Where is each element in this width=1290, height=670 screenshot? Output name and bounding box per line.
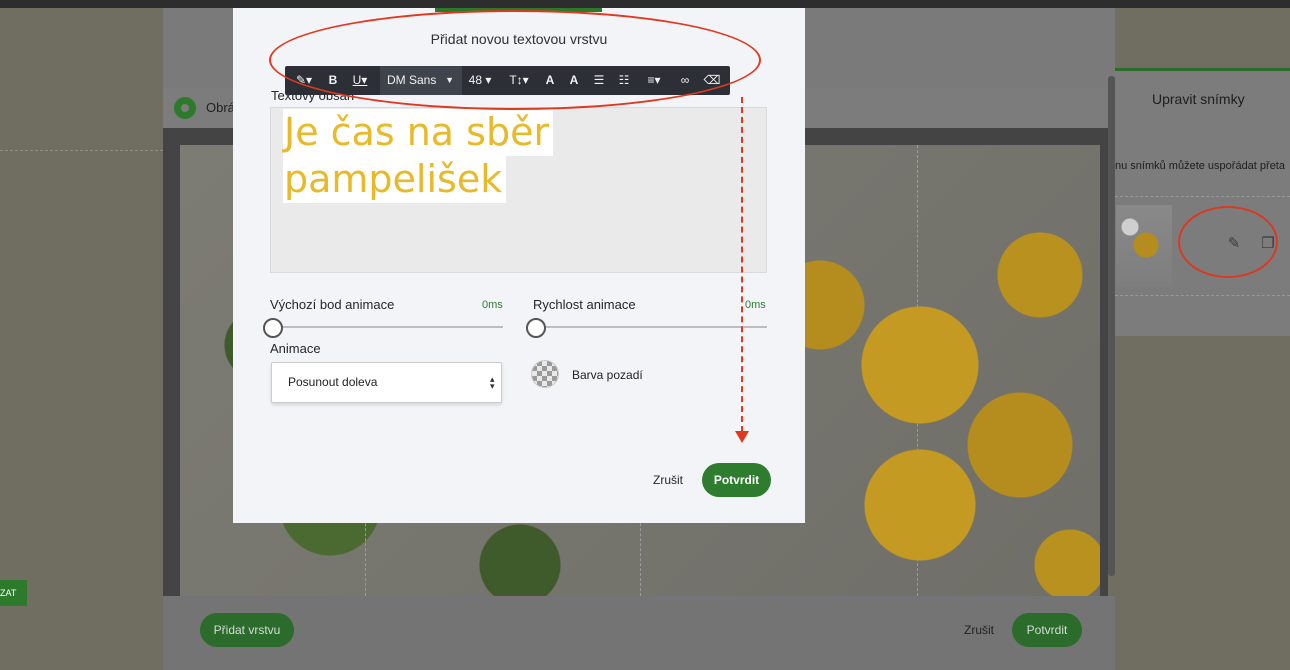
animation-select-value: Posunout doleva <box>288 375 378 389</box>
footer-cancel-button[interactable]: Zrušit <box>964 623 994 637</box>
image-radio[interactable] <box>174 97 196 119</box>
annotation-ellipse <box>269 10 761 110</box>
start-point-slider-handle[interactable] <box>263 318 283 338</box>
image-radio-label: Obrá <box>206 100 235 115</box>
editor-text-line[interactable]: pampelišek <box>283 156 507 203</box>
annotation-arrow-head <box>735 431 749 443</box>
speed-slider-track[interactable] <box>535 326 767 328</box>
dialog-cancel-button[interactable]: Zrušit <box>653 473 683 487</box>
canvas-scrollbar[interactable] <box>1108 76 1115 576</box>
slide-thumbnail[interactable] <box>1116 205 1172 287</box>
annotation-circle <box>1178 206 1278 278</box>
start-point-slider-track[interactable] <box>272 326 503 328</box>
select-updown-icon: ▴ ▾ <box>490 374 495 391</box>
dialog-confirm-button[interactable]: Potvrdit <box>702 463 771 497</box>
speed-slider-handle[interactable] <box>526 318 546 338</box>
speed-label: Rychlost animace <box>533 297 636 312</box>
left-tag[interactable]: ZAT <box>0 580 27 606</box>
guide-line <box>917 145 918 596</box>
annotation-arrow-line <box>741 97 743 432</box>
footer-confirm-button[interactable]: Potvrdit <box>1012 613 1082 647</box>
start-point-value: 0ms <box>482 299 503 311</box>
top-bar <box>0 0 1290 8</box>
animation-label: Animace <box>270 341 321 356</box>
add-layer-button[interactable]: Přidat vrstvu <box>200 613 294 647</box>
editor-text-line[interactable]: Je čas na sběr <box>283 109 554 156</box>
background-color-label: Barva pozadí <box>572 368 643 382</box>
side-panel-title: Upravit snímky <box>1152 91 1245 107</box>
start-point-label: Výchozí bod animace <box>270 297 395 312</box>
background-color-picker[interactable] <box>531 360 559 388</box>
side-panel-description: nu snímků můžete uspořádat přeta <box>1115 160 1285 172</box>
left-dashed-area <box>0 150 163 606</box>
speed-value: 0ms <box>745 299 766 311</box>
